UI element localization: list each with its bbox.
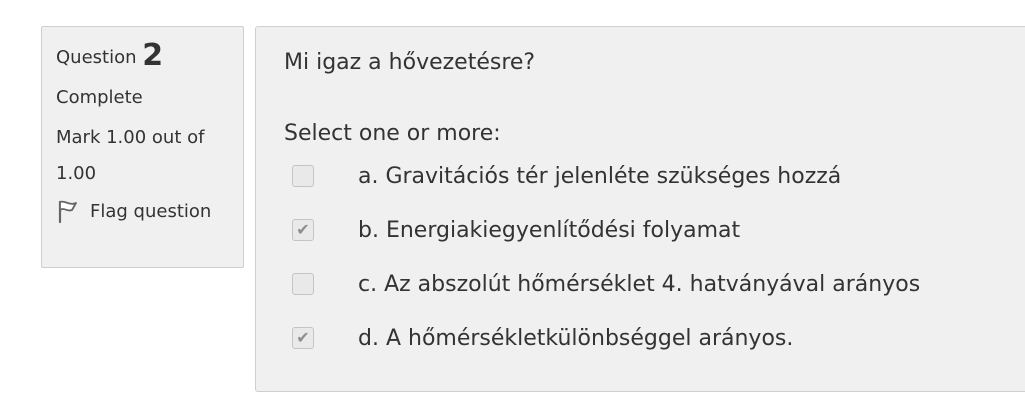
question-label: Question [56,47,137,68]
flag-question-link[interactable]: Flag question [56,198,229,224]
question-info-panel: Question 2 Complete Mark 1.00 out of 1.0… [41,26,244,268]
answer-option-c[interactable]: c. Az abszolút hőmérséklet 4. hatványáva… [284,257,1016,311]
question-text: Mi igaz a hővezetésre? [284,50,536,75]
answer-b-checkbox[interactable]: ✔ [292,219,314,241]
question-grade: Mark 1.00 out of 1.00 [56,127,205,184]
answer-option-d[interactable]: ✔ d. A hőmérsékletkülönbséggel arányos. [284,311,1016,365]
answer-c-checkbox[interactable] [292,273,314,295]
answer-a-label[interactable]: a. Gravitációs tér jelenléte szükséges h… [358,164,841,189]
flag-question-label: Flag question [90,200,212,222]
answer-c-label[interactable]: c. Az abszolút hőmérséklet 4. hatványáva… [358,272,920,297]
answer-a-checkbox[interactable] [292,165,314,187]
question-number: 2 [142,38,164,73]
checkmark-icon: ✔ [296,220,310,239]
answer-d-checkbox[interactable]: ✔ [292,327,314,349]
answer-prompt: Select one or more: [284,121,501,146]
answer-option-a[interactable]: a. Gravitációs tér jelenléte szükséges h… [284,149,1016,203]
flag-icon [56,198,80,224]
answer-list: a. Gravitációs tér jelenléte szükséges h… [284,149,1016,365]
answer-option-b[interactable]: ✔ b. Energiakiegyenlítődési folyamat [284,203,1016,257]
question-content-panel: Mi igaz a hővezetésre? Select one or mor… [255,26,1025,392]
question-number-heading: Question 2 [56,39,229,73]
answer-b-label[interactable]: b. Energiakiegyenlítődési folyamat [358,218,740,243]
checkmark-icon: ✔ [296,328,310,347]
answer-d-label[interactable]: d. A hőmérsékletkülönbséggel arányos. [358,326,793,351]
question-state: Complete [56,87,143,108]
